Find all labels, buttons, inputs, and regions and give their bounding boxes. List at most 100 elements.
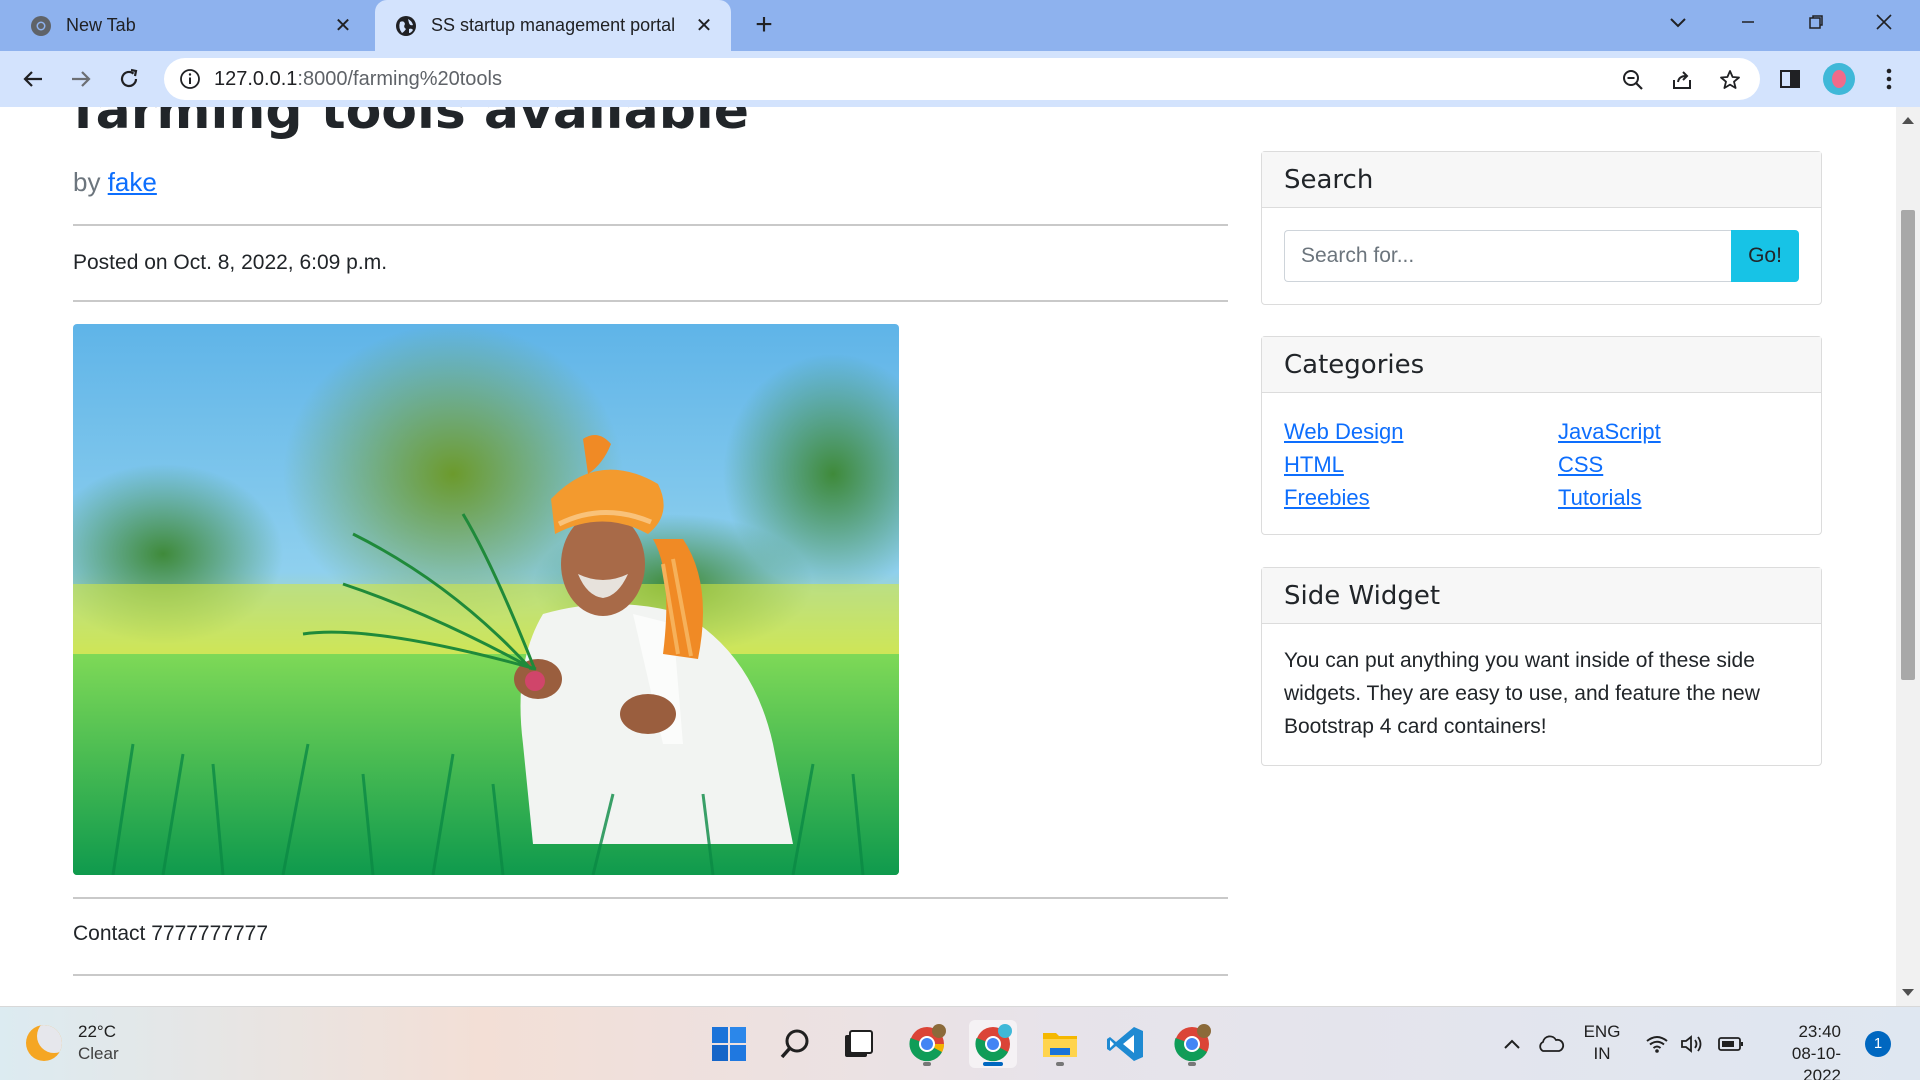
task-view-icon	[845, 1030, 873, 1057]
go-button[interactable]: Go!	[1731, 230, 1799, 282]
scroll-down-icon[interactable]	[1902, 989, 1914, 996]
side-widget-body: You can put anything you want inside of …	[1262, 624, 1821, 765]
weather-widget[interactable]: 22°C Clear	[26, 1021, 119, 1065]
divider	[73, 974, 1228, 976]
search-taskbar-button[interactable]	[771, 1020, 819, 1068]
onedrive-cloud-icon[interactable]	[1537, 1007, 1565, 1080]
taskbar-chrome-1[interactable]	[903, 1020, 951, 1068]
site-info-icon[interactable]	[178, 67, 202, 91]
posted-date: Posted on Oct. 8, 2022, 6:09 p.m.	[73, 251, 388, 274]
url-text[interactable]: 127.0.0.1:8000/farming%20tools	[214, 58, 502, 100]
divider	[73, 224, 1228, 226]
side-widget-text: You can put anything you want inside of …	[1284, 649, 1760, 738]
bookmark-star-icon[interactable]	[1717, 67, 1743, 93]
byline-prefix: by	[73, 167, 101, 197]
categories-card-body: Web Design JavaScript HTML CSS Freebies …	[1262, 393, 1821, 534]
taskbar-vscode[interactable]	[1102, 1020, 1150, 1068]
more-menu-icon[interactable]	[1874, 64, 1904, 94]
page-scrollbar[interactable]	[1896, 107, 1920, 1006]
categories-card: Categories Web Design JavaScript HTML CS…	[1261, 336, 1822, 535]
chrome-icon	[909, 1024, 946, 1062]
scroll-up-icon[interactable]	[1902, 117, 1914, 124]
task-view-button[interactable]	[834, 1020, 882, 1068]
category-link-html[interactable]: HTML	[1284, 450, 1558, 479]
category-link-tutorials[interactable]: Tutorials	[1558, 483, 1798, 512]
volume-icon[interactable]	[1680, 1007, 1704, 1080]
battery-icon[interactable]	[1718, 1007, 1744, 1080]
taskbar-file-explorer[interactable]	[1036, 1020, 1084, 1068]
show-hidden-icons-chevron-icon[interactable]	[1503, 1007, 1521, 1080]
search-card-body: Go!	[1262, 208, 1821, 304]
tab-title: New Tab	[66, 15, 136, 35]
share-icon[interactable]	[1669, 67, 1695, 93]
browser-toolbar: 127.0.0.1:8000/farming%20tools	[0, 51, 1920, 107]
start-button[interactable]	[705, 1020, 753, 1068]
search-group: Go!	[1284, 230, 1799, 282]
tab-strip: New Tab ✕ SS startup management portal ✕…	[0, 0, 1920, 51]
notification-badge[interactable]: 1	[1865, 1031, 1891, 1057]
divider	[73, 897, 1228, 899]
search-card-title: Search	[1262, 152, 1821, 208]
contact-info: Contact 7777777777	[73, 922, 268, 945]
search-card: Search Go!	[1261, 151, 1822, 305]
wifi-icon[interactable]	[1645, 1007, 1669, 1080]
forward-button[interactable]	[61, 59, 101, 99]
chrome-icon	[975, 1024, 1012, 1062]
url-host: 127.0.0.1	[214, 68, 298, 90]
restore-icon[interactable]	[1788, 0, 1844, 44]
taskbar-chrome-3[interactable]	[1168, 1020, 1216, 1068]
vscode-icon	[1107, 1027, 1143, 1061]
running-indicator	[983, 1062, 1003, 1066]
taskbar: 22°C Clear ENG IN 23:40 08-10-2022 1	[0, 1006, 1920, 1080]
region-code: IN	[1593, 1044, 1611, 1063]
page-viewport: farming tools available by fake Posted o…	[0, 107, 1896, 1006]
post-byline: by fake	[73, 167, 157, 198]
folder-icon	[1043, 1033, 1077, 1057]
close-window-icon[interactable]	[1856, 0, 1912, 44]
language-indicator[interactable]: ENG IN	[1580, 1021, 1624, 1065]
tab-search-chevron-icon[interactable]	[1650, 0, 1706, 44]
clock-date: 08-10-2022	[1791, 1044, 1841, 1080]
close-tab-icon[interactable]: ✕	[691, 13, 717, 39]
tab-title: SS startup management portal	[431, 15, 676, 35]
side-widget-card: Side Widget You can put anything you wan…	[1261, 567, 1822, 766]
arrow-right-icon	[72, 71, 91, 87]
language-code: ENG	[1583, 1022, 1621, 1041]
tab-new-tab[interactable]: New Tab ✕	[10, 0, 370, 51]
category-link-javascript[interactable]: JavaScript	[1558, 417, 1798, 446]
running-indicator	[923, 1062, 931, 1066]
side-widget-title: Side Widget	[1262, 568, 1821, 624]
scrollbar-thumb[interactable]	[1901, 210, 1915, 680]
side-panel-icon[interactable]	[1775, 64, 1805, 94]
divider	[73, 300, 1228, 302]
chrome-icon	[1174, 1024, 1211, 1062]
taskbar-chrome-2[interactable]	[969, 1020, 1017, 1068]
zoom-icon[interactable]	[1620, 67, 1646, 93]
category-link-css[interactable]: CSS	[1558, 450, 1798, 479]
address-bar[interactable]: 127.0.0.1:8000/farming%20tools	[164, 58, 1760, 100]
clock-time: 23:40	[1798, 1022, 1841, 1041]
back-button[interactable]	[13, 59, 53, 99]
close-tab-icon[interactable]: ✕	[330, 13, 356, 39]
minimize-icon[interactable]	[1720, 0, 1776, 44]
reload-icon	[120, 68, 138, 88]
categories-list: Web Design JavaScript HTML CSS Freebies …	[1284, 417, 1799, 512]
weather-temperature: 22°C	[78, 1022, 116, 1041]
url-path: :8000/farming%20tools	[297, 68, 502, 90]
running-indicator	[1056, 1062, 1064, 1066]
category-link-web-design[interactable]: Web Design	[1284, 417, 1558, 446]
reload-button[interactable]	[109, 59, 149, 99]
post-image-farmer	[73, 324, 899, 875]
author-link[interactable]: fake	[108, 167, 157, 197]
arrow-left-icon	[23, 71, 42, 87]
tab-ss-startup[interactable]: SS startup management portal ✕	[375, 0, 731, 51]
search-icon	[780, 1029, 809, 1059]
categories-card-title: Categories	[1262, 337, 1821, 393]
profile-avatar[interactable]	[1823, 63, 1855, 95]
post-title: farming tools available	[73, 107, 750, 141]
new-tab-button[interactable]: +	[748, 8, 780, 42]
chrome-icon	[30, 15, 52, 37]
search-input[interactable]	[1284, 230, 1731, 282]
category-link-freebies[interactable]: Freebies	[1284, 483, 1558, 512]
system-clock[interactable]: 23:40 08-10-2022	[1755, 1021, 1841, 1080]
